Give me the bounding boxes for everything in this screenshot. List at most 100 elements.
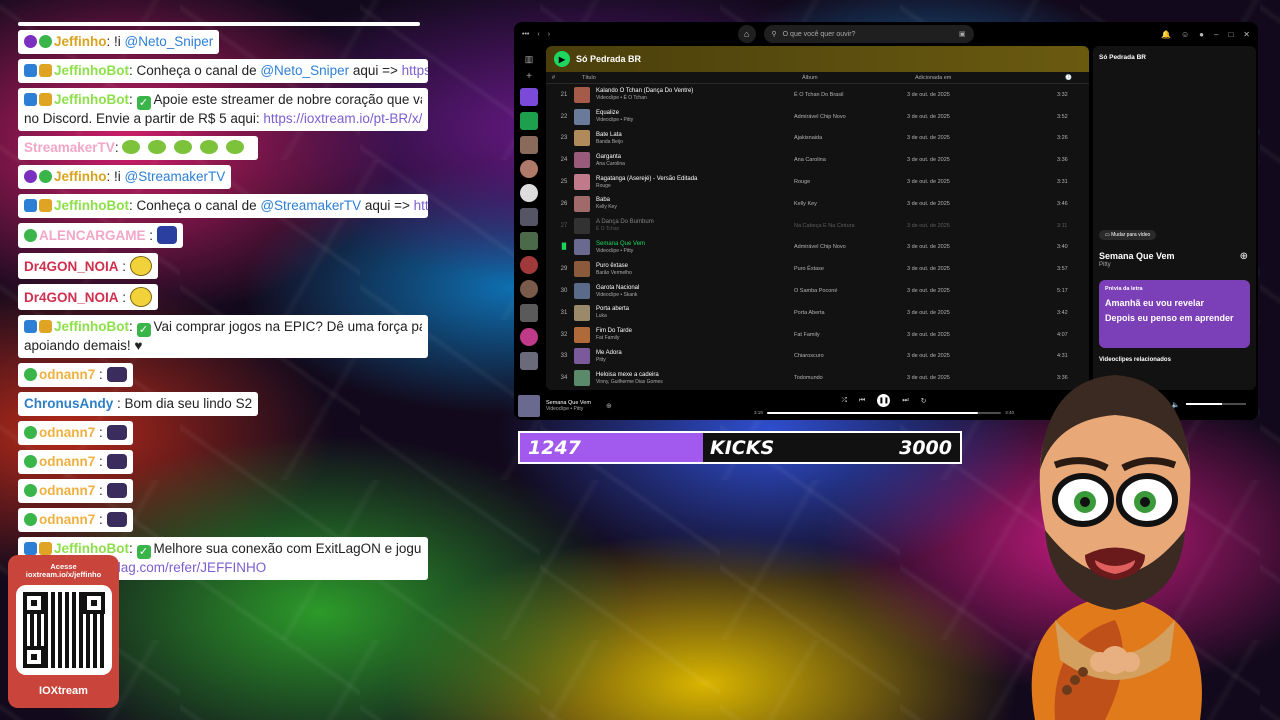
add-icon[interactable]: + — [526, 71, 532, 82]
artist-cover[interactable] — [520, 328, 538, 346]
track-row[interactable]: 32 Fim Do Tarde Fat Family Fat Family 3 de o… — [546, 324, 1089, 346]
track-title[interactable]: Garota Nacional — [596, 285, 794, 292]
artist-cover[interactable] — [520, 280, 538, 298]
library-icon[interactable]: ▥ — [525, 54, 534, 65]
liked-songs-icon[interactable] — [520, 88, 538, 106]
menu-icon[interactable]: ••• — [522, 31, 529, 38]
playlist-cover[interactable] — [520, 352, 538, 370]
track-title[interactable]: Porta aberta — [596, 306, 794, 313]
track-row[interactable]: 22 Equalize Videoclipe • Pitty Admirável Ch… — [546, 106, 1089, 128]
track-album[interactable]: Porta Aberta — [794, 310, 907, 316]
progress-bar[interactable] — [766, 411, 1002, 414]
track-title[interactable]: Fim Do Tarde — [596, 328, 794, 335]
shuffle-icon[interactable]: ⤮ — [841, 397, 847, 405]
album-cover[interactable] — [518, 395, 540, 417]
track-row[interactable]: ▐▌ Semana Que Vem Videoclipe • Pitty Admirá… — [546, 237, 1089, 259]
forward-icon[interactable]: › — [548, 31, 550, 38]
track-artist[interactable]: Luka — [596, 313, 794, 319]
col-title[interactable]: Título — [582, 75, 802, 81]
track-artist[interactable]: Kelly Key — [596, 204, 794, 210]
track-title[interactable]: Semana Que Vem — [596, 241, 794, 248]
track-title[interactable]: A Dança Do Bumbum — [596, 219, 794, 226]
track-row[interactable]: 24 Garganta Ana Carolina Ana Carolina 3 de o… — [546, 149, 1089, 171]
track-artist[interactable]: Banda Beijo — [596, 139, 794, 145]
track-album[interactable]: Ana Carolina — [794, 157, 907, 163]
track-artist[interactable]: É O Tchan — [596, 226, 794, 232]
track-album[interactable]: O Samba Poconé — [794, 288, 907, 294]
track-row[interactable]: 31 Porta aberta Luka Porta Aberta 3 de out. … — [546, 302, 1089, 324]
friends-icon[interactable]: ☺ — [1181, 30, 1189, 39]
chat-link[interactable]: https:// — [414, 198, 428, 213]
add-circle-icon[interactable]: ⊕ — [1240, 251, 1248, 262]
track-artist[interactable]: Vinny, Guilherme Dias Gomes — [596, 379, 794, 385]
track-album[interactable]: Kelly Key — [794, 201, 907, 207]
track-artist[interactable]: Rouge — [596, 183, 794, 189]
now-playing-title[interactable]: Semana Que Vem — [1099, 251, 1175, 261]
track-title[interactable]: Me Adora — [596, 350, 794, 357]
bell-icon[interactable]: 🔔 — [1161, 30, 1171, 39]
clock-icon[interactable]: 🕒 — [1065, 75, 1089, 81]
track-artist[interactable]: Pitty — [596, 357, 794, 363]
maximize-icon[interactable]: □ — [1228, 30, 1233, 39]
chat-link[interactable]: https://kic — [402, 63, 428, 78]
track-title[interactable]: Garganta — [596, 154, 794, 161]
track-row[interactable]: 30 Garota Nacional Videoclipe • Skank O Sam… — [546, 280, 1089, 302]
artist-cover[interactable] — [520, 184, 538, 202]
track-title[interactable]: Ragatanga (Aserejé) - Versão Editada — [596, 176, 794, 183]
pause-icon[interactable]: ❚❚ — [877, 394, 891, 407]
track-artist[interactable]: Videoclipe • Pitty — [596, 248, 794, 254]
artist-cover[interactable] — [520, 256, 538, 274]
avatar[interactable]: ● — [1199, 30, 1204, 39]
track-album[interactable]: Admirável Chip Novo — [794, 114, 907, 120]
track-album[interactable]: Chiaroscuro — [794, 353, 907, 359]
saved-episodes-icon[interactable] — [520, 112, 538, 130]
track-album[interactable]: É O Tchan Do Brasil — [794, 92, 907, 98]
track-artist[interactable]: Videoclipe • Pitty — [596, 117, 794, 123]
now-playing-artist[interactable]: Pitty — [1099, 262, 1111, 268]
track-title[interactable]: Puro êxtase — [596, 263, 794, 270]
track-album[interactable]: Todomundo — [794, 375, 907, 381]
track-album[interactable]: Ajakisnaida — [794, 135, 907, 141]
track-title[interactable]: Bate Lata — [596, 132, 794, 139]
track-row[interactable]: 21 Kalando O Tchan (Dança Do Ventre) Video… — [546, 84, 1089, 106]
track-artist[interactable]: Barão Vermelho — [596, 270, 794, 276]
browse-icon[interactable]: ▣ — [959, 30, 966, 38]
chat-link[interactable]: https://ioxtream.io/pt-BR/x/jeffi — [263, 111, 422, 126]
track-row[interactable]: 25 Ragatanga (Aserejé) - Versão Editada Ro… — [546, 171, 1089, 193]
repeat-icon[interactable]: ↻ — [921, 397, 927, 405]
playlist-cover[interactable] — [520, 304, 538, 322]
artist-cover[interactable] — [520, 160, 538, 178]
track-title[interactable]: Equalize — [596, 110, 794, 117]
col-added[interactable]: Adicionada em — [915, 75, 1065, 81]
back-icon[interactable]: ‹ — [537, 31, 539, 38]
track-row[interactable]: 26 Baba Kelly Key Kelly Key 3 de out. de 202… — [546, 193, 1089, 215]
col-album[interactable]: Álbum — [802, 75, 915, 81]
track-album[interactable]: Admirável Chip Novo — [794, 244, 907, 250]
track-row[interactable]: 29 Puro êxtase Barão Vermelho Puro Êxtase 3 … — [546, 258, 1089, 280]
previous-icon[interactable]: ⏮ — [859, 397, 865, 405]
player-artist[interactable]: Videoclipe • Pitty — [546, 406, 606, 412]
switch-video-button[interactable]: ▭ Mudar para vídeo — [1099, 230, 1157, 240]
playlist-cover[interactable] — [520, 136, 538, 154]
minimize-icon[interactable]: – — [1214, 30, 1218, 39]
playlist-cover[interactable] — [520, 232, 538, 250]
track-title[interactable]: Baba — [596, 197, 794, 204]
track-album[interactable]: Rouge — [794, 179, 907, 185]
track-artist[interactable]: Ana Carolina — [596, 161, 794, 167]
playlist-cover[interactable] — [520, 208, 538, 226]
track-album[interactable]: Puro Êxtase — [794, 266, 907, 272]
home-icon[interactable]: ⌂ — [737, 25, 756, 43]
track-row[interactable]: 27 A Dança Do Bumbum É O Tchan Na Cabeça E … — [546, 215, 1089, 237]
next-icon[interactable]: ⏭ — [902, 397, 908, 405]
track-artist[interactable]: Videoclipe • É O Tchan — [596, 95, 794, 101]
track-album[interactable]: Na Cabeça E Na Cintura — [794, 223, 907, 229]
add-circle-icon[interactable]: ⊕ — [606, 402, 612, 410]
lyrics-preview[interactable]: Prévia da letra Amanhã eu vou revelar De… — [1099, 280, 1250, 348]
track-artist[interactable]: Fat Family — [596, 335, 794, 341]
track-title[interactable]: Heloisa mexe a cadeira — [596, 372, 794, 379]
track-artist[interactable]: Videoclipe • Skank — [596, 292, 794, 298]
search-input[interactable]: ⚲ O que você quer ouvir? ▣ — [763, 25, 974, 43]
track-album[interactable]: Fat Family — [794, 332, 907, 338]
play-icon[interactable]: ▶ — [554, 51, 570, 67]
close-icon[interactable]: ✕ — [1243, 30, 1250, 39]
